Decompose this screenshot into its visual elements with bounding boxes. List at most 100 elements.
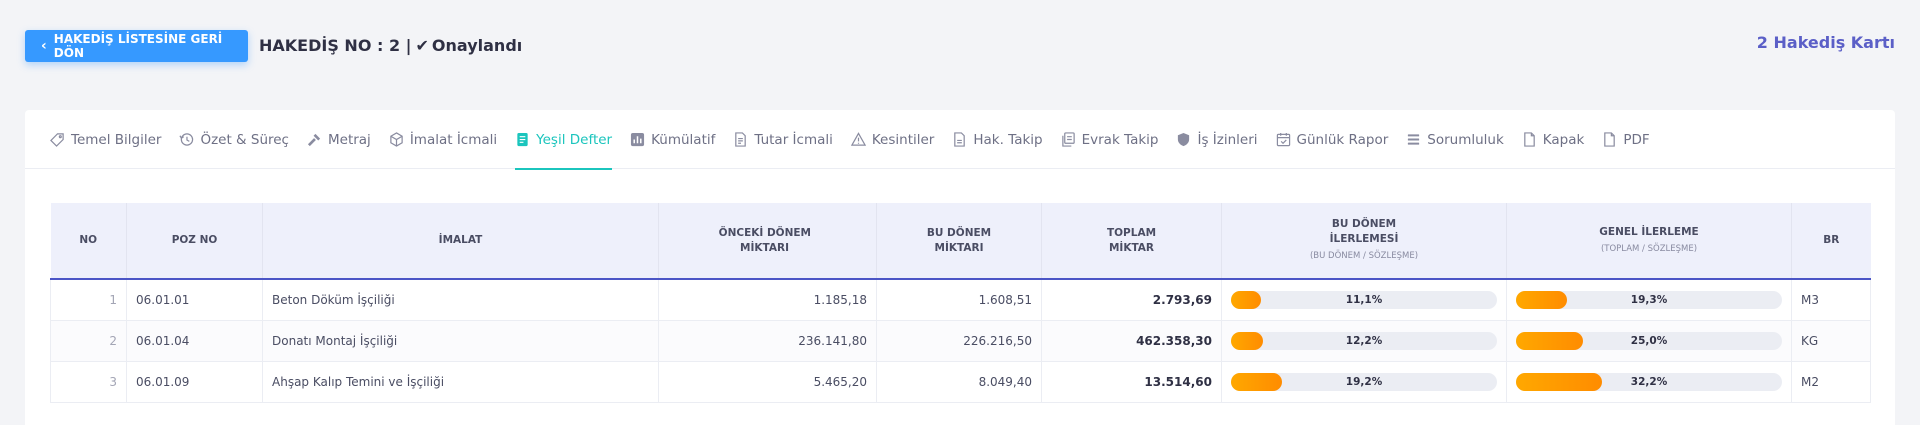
tab-label: Tutar İcmali bbox=[754, 131, 833, 148]
warning-icon bbox=[850, 132, 866, 147]
header-toplam: TOPLAM MİKTAR bbox=[1041, 203, 1222, 280]
book-icon bbox=[515, 132, 530, 147]
bu-donem-progress-bar: 19,2% bbox=[1231, 372, 1497, 391]
onceki-miktar: 5.465,20 bbox=[658, 361, 877, 403]
list-icon bbox=[1406, 132, 1421, 147]
tab-kapak[interactable]: Kapak bbox=[1522, 110, 1585, 169]
tab-label: Yeşil Defter bbox=[536, 131, 613, 148]
chevron-left-icon: ‹ bbox=[41, 38, 47, 54]
bu-donem-progress-cell: 11,1% bbox=[1221, 279, 1507, 321]
tab-özet-süreç[interactable]: Özet & Süreç bbox=[179, 110, 289, 169]
bu-donem-miktar: 8.049,40 bbox=[876, 361, 1042, 403]
tab-i-ş-i-zinleri[interactable]: İş İzinleri bbox=[1176, 110, 1258, 169]
genel-progress-bar: 32,2% bbox=[1516, 372, 1782, 391]
genel-progress-bar: 25,0% bbox=[1516, 331, 1782, 350]
tab-label: Kesintiler bbox=[871, 131, 935, 148]
page-icon bbox=[1522, 132, 1537, 147]
title-prefix: HAKEDİŞ NO : 2 | bbox=[259, 36, 412, 55]
header-bu-donem: BU DÖNEM MİKTARI bbox=[876, 203, 1042, 280]
bu-donem-progress-label: 11,1% bbox=[1345, 293, 1383, 306]
status-label: Onaylandı bbox=[431, 36, 523, 55]
tab-label: Kümülatif bbox=[651, 131, 716, 148]
unit: M3 bbox=[1791, 279, 1871, 321]
table-row: 1 06.01.01 Beton Döküm İşçiliği 1.185,18 1.6… bbox=[50, 279, 1871, 321]
hammer-icon bbox=[307, 132, 322, 147]
tab-label: İmalat İcmali bbox=[409, 131, 498, 148]
back-to-list-button[interactable]: ‹ HAKEDİŞ LİSTESİNE GERİ DÖN bbox=[25, 30, 248, 62]
header-bu-ilerleme: BU DÖNEM İLERLEMESİ (BU DÖNEM / SÖZLEŞME) bbox=[1221, 203, 1507, 280]
tab-label: Metraj bbox=[327, 131, 371, 148]
document-icon bbox=[733, 132, 748, 147]
documents-icon bbox=[1061, 132, 1076, 147]
onceki-miktar: 236.141,80 bbox=[658, 320, 877, 362]
tag-icon bbox=[50, 132, 65, 147]
genel-progress-cell: 19,3% bbox=[1506, 279, 1792, 321]
genel-progress-label: 25,0% bbox=[1630, 334, 1668, 347]
tab-label: Hak. Takip bbox=[973, 131, 1043, 148]
imalat-name: Beton Döküm İşçiliği bbox=[262, 279, 659, 321]
tab-label: Evrak Takip bbox=[1081, 131, 1159, 148]
history-icon bbox=[179, 132, 194, 147]
tab-tutar-i-cmali[interactable]: Tutar İcmali bbox=[733, 110, 833, 169]
back-button-label: HAKEDİŞ LİSTESİNE GERİ DÖN bbox=[53, 32, 223, 60]
tab-i-malat-i-cmali[interactable]: İmalat İcmali bbox=[389, 110, 497, 169]
tab-metraj[interactable]: Metraj bbox=[307, 110, 371, 169]
header-no: NO bbox=[50, 203, 127, 280]
onceki-miktar: 1.185,18 bbox=[658, 279, 877, 321]
genel-progress-cell: 25,0% bbox=[1506, 320, 1792, 362]
genel-progress-label: 19,3% bbox=[1630, 293, 1668, 306]
bu-donem-progress-label: 19,2% bbox=[1345, 375, 1383, 388]
tab-pdf[interactable]: PDF bbox=[1602, 110, 1650, 169]
bu-donem-progress-cell: 19,2% bbox=[1221, 361, 1507, 403]
shield-icon bbox=[1176, 132, 1191, 147]
card-count-label[interactable]: 2 Hakediş Kartı bbox=[1757, 33, 1895, 52]
tab-label: Kapak bbox=[1542, 131, 1585, 148]
tab-kümülatif[interactable]: Kümülatif bbox=[630, 110, 715, 169]
toplam-miktar: 13.514,60 bbox=[1041, 361, 1222, 403]
header-poz-no: POZ NO bbox=[126, 203, 263, 280]
tab-bar: Temel Bilgiler Özet & Süreç Metraj İmalat İ… bbox=[25, 110, 1895, 170]
tab-label: Temel Bilgiler bbox=[71, 131, 162, 148]
row-number: 1 bbox=[50, 279, 127, 321]
tab-yeşil-defter[interactable]: Yeşil Defter bbox=[515, 110, 613, 170]
genel-progress-cell: 32,2% bbox=[1506, 361, 1792, 403]
tab-günlük-rapor[interactable]: Günlük Rapor bbox=[1276, 110, 1389, 169]
main-card: Temel Bilgiler Özet & Süreç Metraj İmalat İ… bbox=[25, 110, 1895, 425]
tab-hak-takip[interactable]: Hak. Takip bbox=[952, 110, 1043, 169]
header-br: BR bbox=[1791, 203, 1871, 280]
green-book-table: NO POZ NO İMALAT ÖNCEKİ DÖNEM MİKTARI BU … bbox=[50, 203, 1871, 403]
check-icon: ✔ bbox=[415, 36, 429, 55]
tab-label: PDF bbox=[1623, 131, 1650, 148]
pdf-icon bbox=[1602, 132, 1617, 147]
header-onceki: ÖNCEKİ DÖNEM MİKTARI bbox=[658, 203, 877, 280]
tab-sorumluluk[interactable]: Sorumluluk bbox=[1406, 110, 1504, 169]
calendar-check-icon bbox=[1276, 132, 1291, 147]
imalat-name: Donatı Montaj İşçiliği bbox=[262, 320, 659, 362]
header-genel-ilerleme: GENEL İLERLEME (TOPLAM / SÖZLEŞME) bbox=[1506, 203, 1792, 280]
bu-donem-progress-bar: 12,2% bbox=[1231, 331, 1497, 350]
top-bar: ‹ HAKEDİŞ LİSTESİNE GERİ DÖN HAKEDİŞ NO … bbox=[25, 30, 1895, 62]
poz-no: 06.01.01 bbox=[126, 279, 263, 321]
unit: M2 bbox=[1791, 361, 1871, 403]
bu-donem-miktar: 226.216,50 bbox=[876, 320, 1042, 362]
tab-label: İş İzinleri bbox=[1197, 131, 1258, 148]
toplam-miktar: 462.358,30 bbox=[1041, 320, 1222, 362]
page-title: HAKEDİŞ NO : 2 | ✔ Onaylandı bbox=[259, 36, 522, 55]
poz-no: 06.01.09 bbox=[126, 361, 263, 403]
row-number: 2 bbox=[50, 320, 127, 362]
row-number: 3 bbox=[50, 361, 127, 403]
bu-donem-miktar: 1.608,51 bbox=[876, 279, 1042, 321]
header-imalat: İMALAT bbox=[262, 203, 659, 280]
genel-progress-label: 32,2% bbox=[1630, 375, 1668, 388]
tab-temel-bilgiler[interactable]: Temel Bilgiler bbox=[50, 110, 161, 169]
table-row: 3 06.01.09 Ahşap Kalıp Temini ve İşçiliği 5… bbox=[50, 361, 1871, 403]
poz-no: 06.01.04 bbox=[126, 320, 263, 362]
tab-label: Günlük Rapor bbox=[1296, 131, 1389, 148]
unit: KG bbox=[1791, 320, 1871, 362]
genel-progress-bar: 19,3% bbox=[1516, 290, 1782, 309]
tab-kesintiler[interactable]: Kesintiler bbox=[850, 110, 935, 169]
bu-donem-progress-label: 12,2% bbox=[1345, 334, 1383, 347]
cube-icon bbox=[389, 132, 404, 147]
tab-evrak-takip[interactable]: Evrak Takip bbox=[1061, 110, 1159, 169]
bu-donem-progress-bar: 11,1% bbox=[1231, 290, 1497, 309]
